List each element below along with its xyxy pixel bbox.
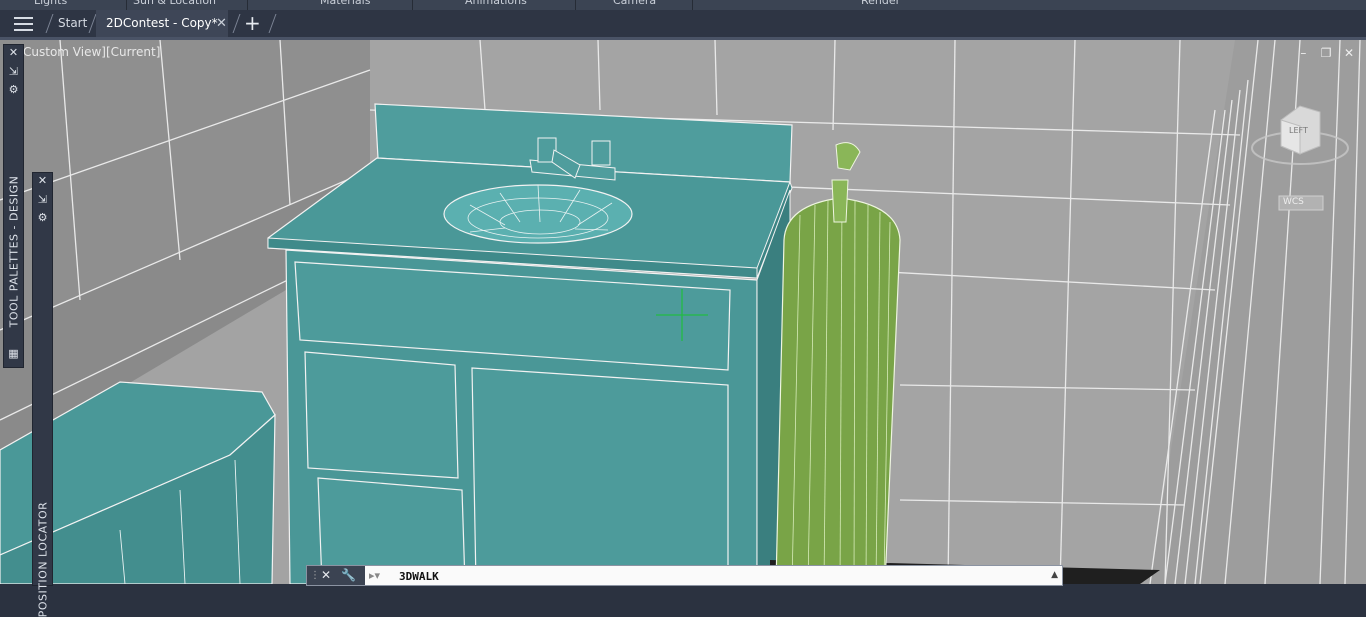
minimize-icon[interactable]: – — [1296, 46, 1310, 60]
position-locator-title[interactable]: POSITION LOCATOR — [36, 502, 49, 617]
scene-drawing — [0, 40, 1366, 584]
ribbon-panel-sun-location[interactable]: Sun & Location — [133, 0, 216, 9]
palette-close-icon[interactable]: ✕ — [4, 46, 23, 59]
command-line-customize-icon[interactable]: 🔧 — [341, 566, 356, 585]
command-line-toolbar: ⋮ ✕ 🔧 — [307, 566, 365, 585]
ribbon-panel-animations[interactable]: Animations — [465, 0, 527, 9]
close-icon[interactable]: ✕ — [1342, 46, 1356, 60]
ucs-wcs-menu[interactable]: WCS — [1283, 197, 1304, 207]
restore-icon[interactable]: ❐ — [1319, 46, 1333, 60]
drawing-viewport[interactable]: Custom View][Current] – ❐ ✕ LEFT WCS — [0, 40, 1366, 584]
tool-palettes-title[interactable]: TOOL PALETTES - DESIGN — [7, 176, 20, 328]
command-line-grip-icon[interactable]: ⋮ — [310, 566, 320, 585]
ribbon-panel-render[interactable]: Render — [861, 0, 900, 9]
locator-autohide-icon[interactable]: ⇲ — [33, 193, 52, 206]
palette-autohide-icon[interactable]: ⇲ — [4, 65, 23, 78]
recent-commands-icon[interactable]: ▸▾ — [369, 566, 380, 585]
ribbon-panel-materials[interactable]: Materials — [320, 0, 370, 9]
palette-properties-icon[interactable]: ⚙ — [4, 83, 23, 96]
position-locator-strip: ✕ ⇲ ⚙ POSITION LOCATOR — [32, 172, 53, 617]
file-tab-bar: Start 2DContest - Copy* ✕ + — [0, 10, 1366, 40]
command-line-close-icon[interactable]: ✕ — [321, 566, 331, 585]
hamburger-menu-icon[interactable] — [14, 17, 33, 31]
tool-palettes-strip: ✕ ⇲ ⚙ TOOL PALETTES - DESIGN ▦ — [3, 44, 24, 368]
palette-grid-icon[interactable]: ▦ — [4, 347, 23, 360]
command-line: ⋮ ✕ 🔧 ▸▾ 3DWALK ▲ — [306, 565, 1063, 586]
tab-start[interactable]: Start — [58, 10, 87, 37]
tab-close-icon[interactable]: ✕ — [216, 10, 227, 37]
viewport-view-label[interactable]: Custom View][Current] — [23, 45, 160, 59]
tab-2dcontest-copy[interactable]: 2DContest - Copy* — [96, 10, 228, 37]
locator-properties-icon[interactable]: ⚙ — [33, 211, 52, 224]
viewport-window-controls: – ❐ ✕ — [1291, 46, 1356, 60]
ribbon-panel-lights[interactable]: Lights — [34, 0, 67, 9]
viewcube-left-face[interactable]: LEFT — [1289, 126, 1308, 135]
ribbon-panel-camera[interactable]: Camera — [613, 0, 656, 9]
command-history-expand-icon[interactable]: ▲ — [1051, 566, 1058, 585]
new-tab-plus-icon[interactable]: + — [244, 10, 261, 37]
locator-close-icon[interactable]: ✕ — [33, 174, 52, 187]
